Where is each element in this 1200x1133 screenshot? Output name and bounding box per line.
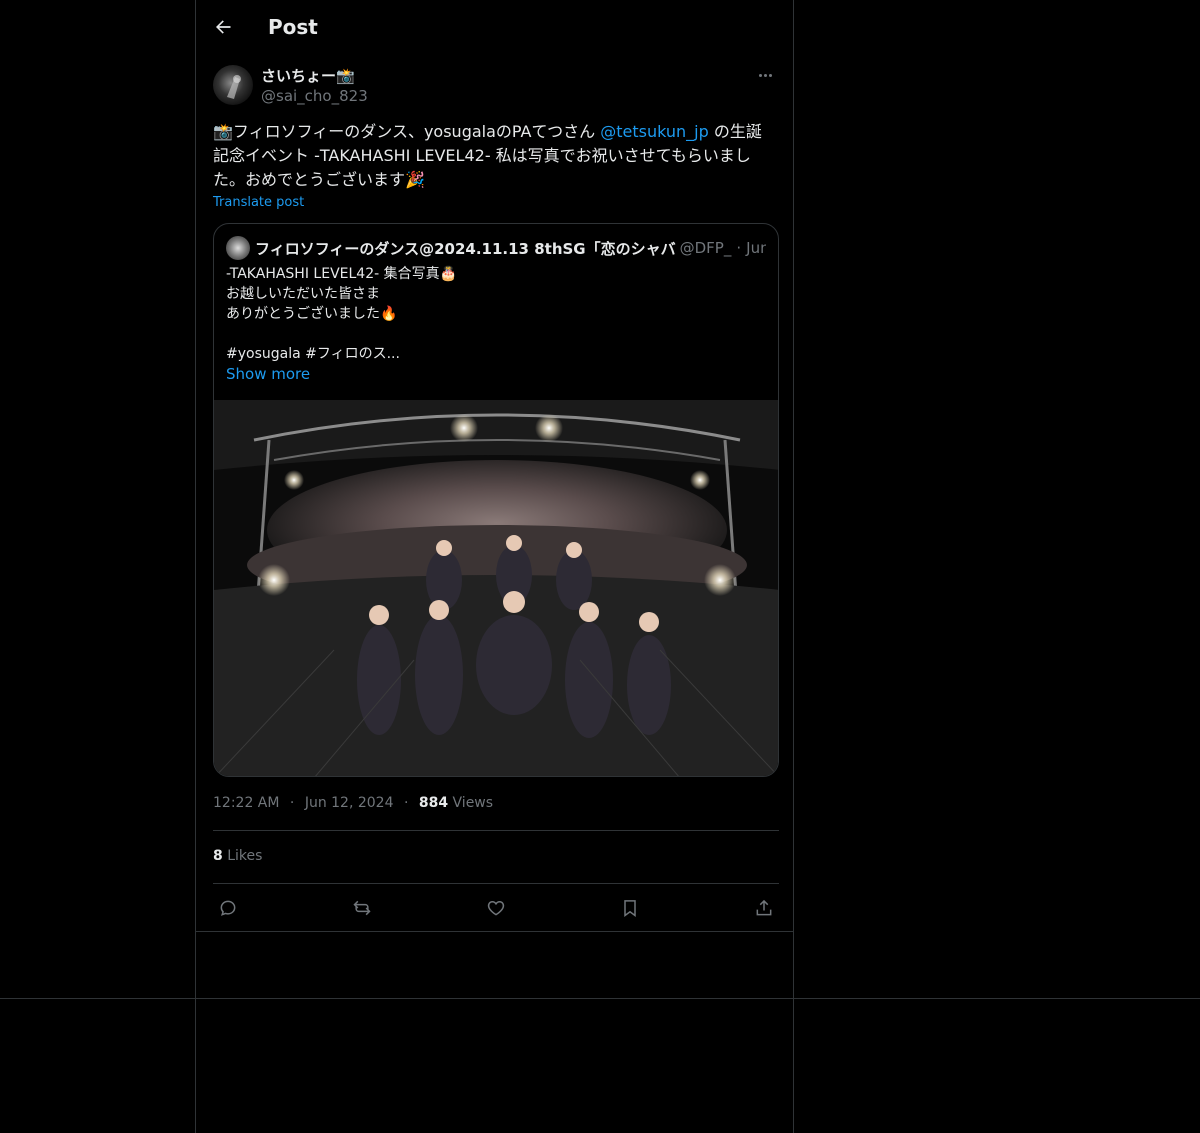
action-bar xyxy=(213,894,779,922)
quote-text: -TAKAHASHI LEVEL42- 集合写真🎂 お越しいただいた皆さま あり… xyxy=(226,266,458,362)
likes-count: 8 xyxy=(213,848,223,864)
back-button[interactable] xyxy=(206,10,240,44)
arrow-left-icon xyxy=(216,20,231,34)
more-icon-dot xyxy=(758,73,762,77)
post-date[interactable]: Jun 12, 2024 xyxy=(305,795,394,811)
share-button[interactable] xyxy=(750,894,778,922)
views-label: Views xyxy=(452,795,494,811)
divider xyxy=(196,931,793,932)
views-count: 884 xyxy=(418,795,449,811)
divider xyxy=(213,883,779,884)
bookmark-button[interactable] xyxy=(616,894,644,922)
meta-separator: · xyxy=(403,795,409,811)
divider xyxy=(0,998,1200,999)
heart-icon xyxy=(487,900,505,916)
quote-date: Jun 11 xyxy=(746,239,766,257)
likes-label: Likes xyxy=(227,848,263,864)
show-more-link[interactable]: Show more xyxy=(226,365,310,383)
post-text-before: 📸フィロソフィーのダンス、yosugalaのPAてつさん xyxy=(213,122,601,141)
likes-link[interactable]: 8 Likes xyxy=(213,848,262,864)
more-button[interactable] xyxy=(753,66,777,84)
quote-card[interactable]: フィロソフィーのダンス@2024.11.13 8thSG「恋のシャバ @DFP_… xyxy=(213,223,779,777)
divider xyxy=(213,830,779,831)
quote-separator: · xyxy=(736,239,742,257)
post-meta: 12:22 AM · Jun 12, 2024 · 884 Views xyxy=(213,795,493,811)
header: Post xyxy=(196,0,793,54)
post-column: Post さいちょー📸 @sai_cho_823 📸フィロソフィーのダンス、yo… xyxy=(195,0,794,1133)
more-icon-dot xyxy=(763,73,767,77)
more-icon-dot xyxy=(768,73,772,77)
quote-author-handle: @DFP_ xyxy=(679,239,732,257)
translate-link[interactable]: Translate post xyxy=(213,195,304,210)
repost-button[interactable] xyxy=(348,894,376,922)
quote-photo[interactable] xyxy=(214,400,779,777)
like-button[interactable] xyxy=(482,894,510,922)
mention-link[interactable]: @tetsukun_jp xyxy=(600,122,709,141)
share-icon xyxy=(756,899,772,916)
post-text: 📸フィロソフィーのダンス、yosugalaのPAてつさん @tetsukun_j… xyxy=(213,120,773,192)
author-name[interactable]: さいちょー📸 xyxy=(261,65,355,86)
quote-header: フィロソフィーのダンス@2024.11.13 8thSG「恋のシャバ @DFP_… xyxy=(226,236,766,260)
author-handle[interactable]: @sai_cho_823 xyxy=(261,87,368,105)
repost-icon xyxy=(353,900,371,916)
author-avatar[interactable] xyxy=(213,65,253,105)
reply-button[interactable] xyxy=(214,894,242,922)
quote-author-name: フィロソフィーのダンス@2024.11.13 8thSG「恋のシャバ xyxy=(255,239,676,258)
bookmark-icon xyxy=(624,900,636,917)
quote-avatar xyxy=(226,236,250,260)
reply-icon xyxy=(220,900,236,916)
post-time[interactable]: 12:22 AM xyxy=(213,795,279,811)
meta-separator: · xyxy=(289,795,295,811)
avatar-image xyxy=(227,75,241,99)
page-title: Post xyxy=(268,15,318,39)
